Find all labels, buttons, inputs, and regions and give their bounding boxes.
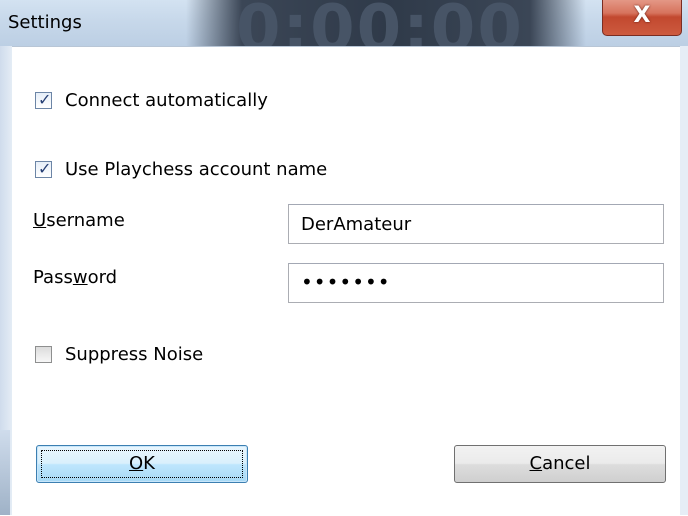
timer-text: 0:00:00 — [236, 0, 524, 46]
window-title: Settings — [8, 12, 82, 33]
ok-button[interactable]: OK — [36, 445, 248, 483]
username-label-text: sername — [46, 210, 125, 231]
suppress-noise-label: Suppress Noise — [65, 344, 204, 365]
close-button[interactable]: X — [602, 0, 682, 36]
use-playchess-account-label: Use Playchess account name — [65, 159, 328, 180]
password-label-text-end: ord — [87, 267, 118, 288]
use-playchess-account-checkbox[interactable]: ✓ — [35, 159, 52, 178]
window-right-border — [680, 46, 688, 515]
password-value: ••••••• — [301, 270, 391, 294]
connect-automatically-option[interactable]: ✓ Connect automatically — [35, 90, 335, 118]
username-value: DerAmateur — [301, 214, 412, 235]
title-bar: 0:00:00 Settings X — [0, 0, 688, 46]
password-label: Password — [33, 267, 117, 288]
cancel-button-accesskey: C — [529, 453, 543, 474]
username-field[interactable]: DerAmateur — [288, 204, 664, 244]
cancel-button-label: ancel — [542, 453, 591, 474]
password-field[interactable]: ••••••• — [288, 263, 664, 303]
window-left-border-shade — [0, 430, 10, 515]
password-label-text-start: Pass — [33, 267, 73, 288]
close-icon: X — [633, 3, 651, 28]
cancel-button[interactable]: Cancel — [454, 445, 666, 483]
check-icon: ✓ — [38, 90, 52, 109]
username-label-accesskey: U — [33, 210, 47, 231]
connect-automatically-label: Connect automatically — [65, 90, 268, 111]
focus-rectangle — [41, 450, 243, 478]
password-label-accesskey: w — [72, 267, 88, 288]
suppress-noise-option[interactable]: Suppress Noise — [35, 344, 255, 372]
timer-overlay: 0:00:00 — [186, 0, 586, 46]
suppress-noise-checkbox[interactable] — [35, 346, 52, 363]
use-playchess-account-option[interactable]: ✓ Use Playchess account name — [35, 159, 395, 187]
username-label: Username — [33, 210, 125, 231]
window-left-border — [0, 46, 12, 515]
check-icon: ✓ — [38, 159, 52, 178]
connect-automatically-checkbox[interactable]: ✓ — [35, 90, 52, 109]
